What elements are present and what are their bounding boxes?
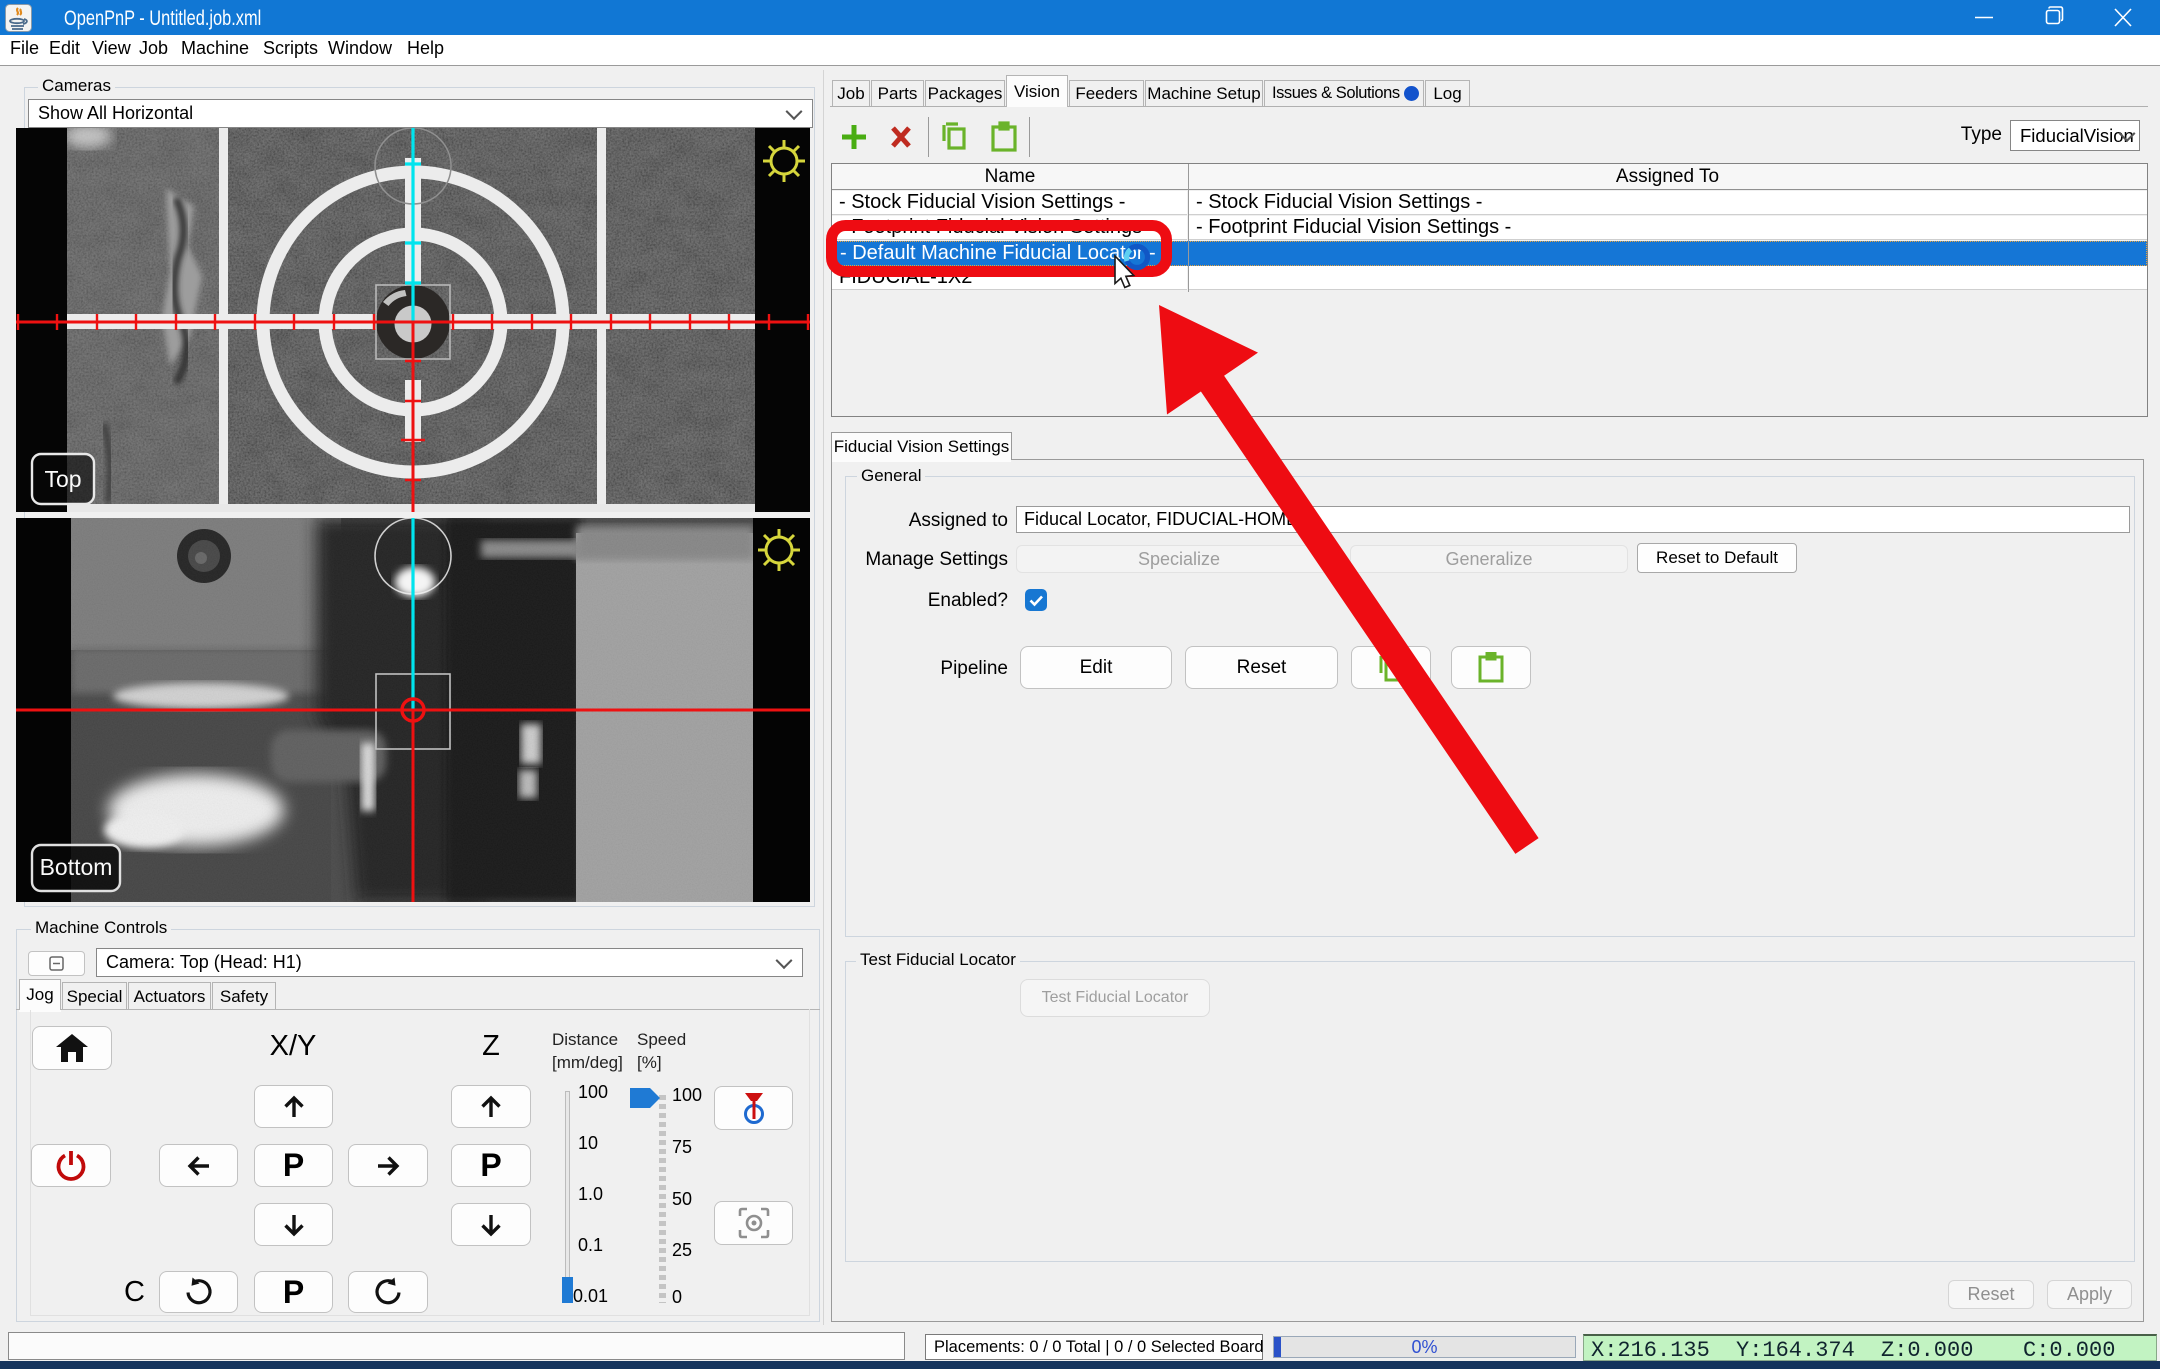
svg-text:Top: Top: [44, 466, 81, 492]
svg-text:Bottom: Bottom: [40, 854, 113, 880]
